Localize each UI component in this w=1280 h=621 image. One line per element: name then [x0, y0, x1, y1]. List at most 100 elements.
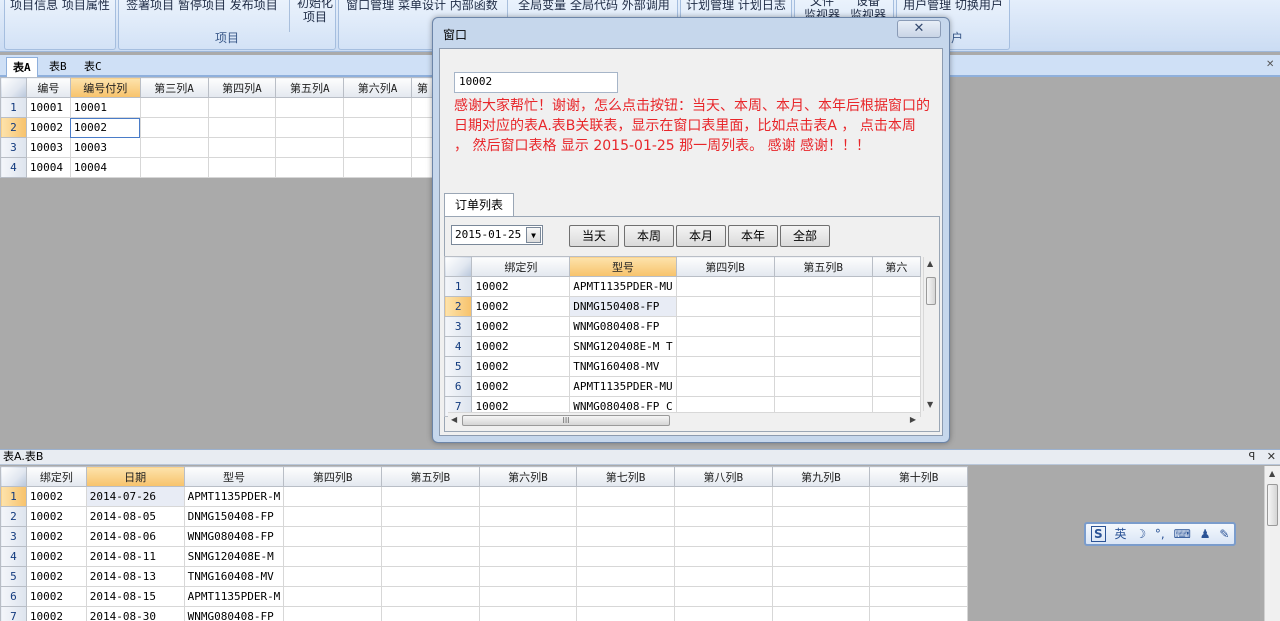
- table-cell[interactable]: [283, 566, 382, 587]
- punctuation-icon[interactable]: °,: [1155, 524, 1165, 544]
- table-cell[interactable]: WNMG080408-FP: [183, 606, 285, 621]
- table-row[interactable]: 2 10002 2014-08-05 DNMG150408-FP: [0, 506, 968, 527]
- table-cell[interactable]: [673, 526, 773, 547]
- row-header[interactable]: 7: [0, 606, 27, 621]
- table-cell[interactable]: 10002: [25, 117, 71, 138]
- row-header[interactable]: 3: [0, 137, 27, 158]
- tab-table-b[interactable]: 表B: [43, 57, 73, 77]
- table-row[interactable]: 6 10002 2014-08-15 APMT1135PDER-M: [0, 586, 968, 607]
- table-cell[interactable]: [576, 546, 675, 567]
- table-row[interactable]: 4 10002 SNMG120408E-M T: [443, 336, 922, 357]
- table-cell[interactable]: [283, 606, 382, 621]
- table-cell[interactable]: [275, 117, 345, 138]
- column-header[interactable]: 第三列A: [139, 77, 209, 98]
- table-cell[interactable]: [773, 316, 873, 337]
- column-header[interactable]: 绑定列: [471, 256, 571, 277]
- table-cell[interactable]: [871, 296, 922, 317]
- joined-table-grid[interactable]: 绑定列 日期 型号 第四列B 第五列B 第六列B 第七列B 第八列B 第九列B …: [0, 466, 968, 621]
- table-cell[interactable]: [869, 546, 968, 567]
- column-header[interactable]: 第四列B: [675, 256, 775, 277]
- init-project-button[interactable]: 初始化 项目: [295, 0, 335, 28]
- tab-table-a[interactable]: 表A: [6, 57, 38, 77]
- scroll-right-icon[interactable]: ▶: [910, 415, 916, 424]
- table-cell[interactable]: [343, 157, 413, 178]
- table-cell[interactable]: [773, 376, 873, 397]
- table-cell[interactable]: [871, 276, 922, 297]
- table-cell[interactable]: APMT1135PDER-M: [183, 586, 285, 607]
- table-cell[interactable]: [675, 376, 775, 397]
- table-cell[interactable]: [673, 486, 773, 507]
- table-cell[interactable]: TNMG160408-MV: [183, 566, 285, 587]
- table-cell[interactable]: [139, 117, 209, 138]
- column-header[interactable]: 第九列B: [771, 466, 871, 487]
- table-cell[interactable]: [380, 586, 480, 607]
- row-header[interactable]: 2: [0, 506, 27, 527]
- column-header[interactable]: 型号: [183, 466, 285, 487]
- column-header[interactable]: 编号付列: [69, 77, 141, 98]
- table-cell[interactable]: [869, 566, 968, 587]
- table-cell[interactable]: [869, 586, 968, 607]
- table-cell[interactable]: [139, 97, 209, 118]
- row-header[interactable]: 6: [0, 586, 27, 607]
- table-cell[interactable]: APMT1135PDER-MU: [569, 276, 677, 297]
- table-cell[interactable]: [673, 586, 773, 607]
- table-cell[interactable]: [380, 506, 480, 527]
- table-cell[interactable]: [207, 157, 277, 178]
- table-cell[interactable]: [771, 526, 871, 547]
- vertical-scrollbar[interactable]: ▲ ▼: [923, 257, 937, 411]
- table-cell-current[interactable]: 10002: [69, 117, 141, 138]
- ime-toolbar[interactable]: S 英 ☽ °, ⌨ ♟ ✎: [1084, 522, 1236, 546]
- table-cell[interactable]: [478, 566, 578, 587]
- table-cell[interactable]: 10002: [25, 566, 87, 587]
- table-cell[interactable]: [773, 356, 873, 377]
- column-header[interactable]: 第: [411, 77, 434, 98]
- table-cell[interactable]: [380, 526, 480, 547]
- row-header[interactable]: 4: [0, 546, 27, 567]
- row-header[interactable]: 3: [443, 316, 473, 337]
- ribbon-items-window[interactable]: 窗口管理 菜单设计 内部函数: [339, 0, 505, 13]
- table-cell[interactable]: SNMG120408E-M: [183, 546, 285, 567]
- table-cell[interactable]: 10001: [69, 97, 141, 118]
- ribbon-items-plan[interactable]: 计划管理 计划日志: [681, 0, 791, 13]
- table-cell[interactable]: 10002: [25, 526, 87, 547]
- today-button[interactable]: 当天: [569, 225, 619, 247]
- table-cell[interactable]: [411, 157, 434, 178]
- table-cell[interactable]: 2014-08-11: [85, 546, 185, 567]
- row-header[interactable]: 2: [0, 117, 27, 138]
- table-cell[interactable]: [411, 97, 434, 118]
- table-cell[interactable]: [478, 586, 578, 607]
- horizontal-scrollbar[interactable]: ◀ III ▶: [448, 412, 920, 427]
- table-cell[interactable]: 10002: [25, 486, 87, 507]
- this-week-button[interactable]: 本周: [624, 225, 674, 247]
- table-row[interactable]: 1 10001 10001: [0, 97, 434, 118]
- table-cell[interactable]: [478, 506, 578, 527]
- table-cell[interactable]: APMT1135PDER-MU: [569, 376, 677, 397]
- table-cell[interactable]: [771, 606, 871, 621]
- table-cell[interactable]: [283, 546, 382, 567]
- table-cell[interactable]: DNMG150408-FP: [569, 296, 677, 317]
- table-cell[interactable]: [380, 566, 480, 587]
- row-header[interactable]: 2: [443, 296, 473, 317]
- table-cell[interactable]: [576, 486, 675, 507]
- table-cell[interactable]: 10002: [25, 546, 87, 567]
- ribbon-items-user[interactable]: 用户管理 切换用户: [897, 0, 1009, 13]
- table-cell[interactable]: 2014-08-05: [85, 506, 185, 527]
- table-row[interactable]: 3 10002 2014-08-06 WNMG080408-FP: [0, 526, 968, 547]
- column-header[interactable]: 第四列B: [283, 466, 382, 487]
- table-row[interactable]: 1 10002 APMT1135PDER-MU: [443, 276, 922, 297]
- table-row[interactable]: 1 10002 2014-07-26 APMT1135PDER-M: [0, 486, 968, 507]
- row-header[interactable]: 3: [0, 526, 27, 547]
- scroll-down-icon[interactable]: ▼: [927, 400, 933, 409]
- table-cell[interactable]: [771, 506, 871, 527]
- table-cell[interactable]: 2014-07-26: [85, 486, 185, 507]
- table-a-grid[interactable]: 编号 编号付列 第三列A 第四列A 第五列A 第六列A 第 1 10001 10…: [0, 77, 434, 178]
- scroll-left-icon[interactable]: ◀: [451, 415, 457, 424]
- row-header[interactable]: 6: [443, 376, 473, 397]
- table-cell[interactable]: [380, 546, 480, 567]
- table-cell[interactable]: [771, 586, 871, 607]
- table-cell[interactable]: [675, 316, 775, 337]
- column-header[interactable]: 日期: [85, 466, 185, 487]
- table-cell[interactable]: WNMG080408-FP: [183, 526, 285, 547]
- table-cell[interactable]: [275, 137, 345, 158]
- table-cell[interactable]: 10004: [69, 157, 141, 178]
